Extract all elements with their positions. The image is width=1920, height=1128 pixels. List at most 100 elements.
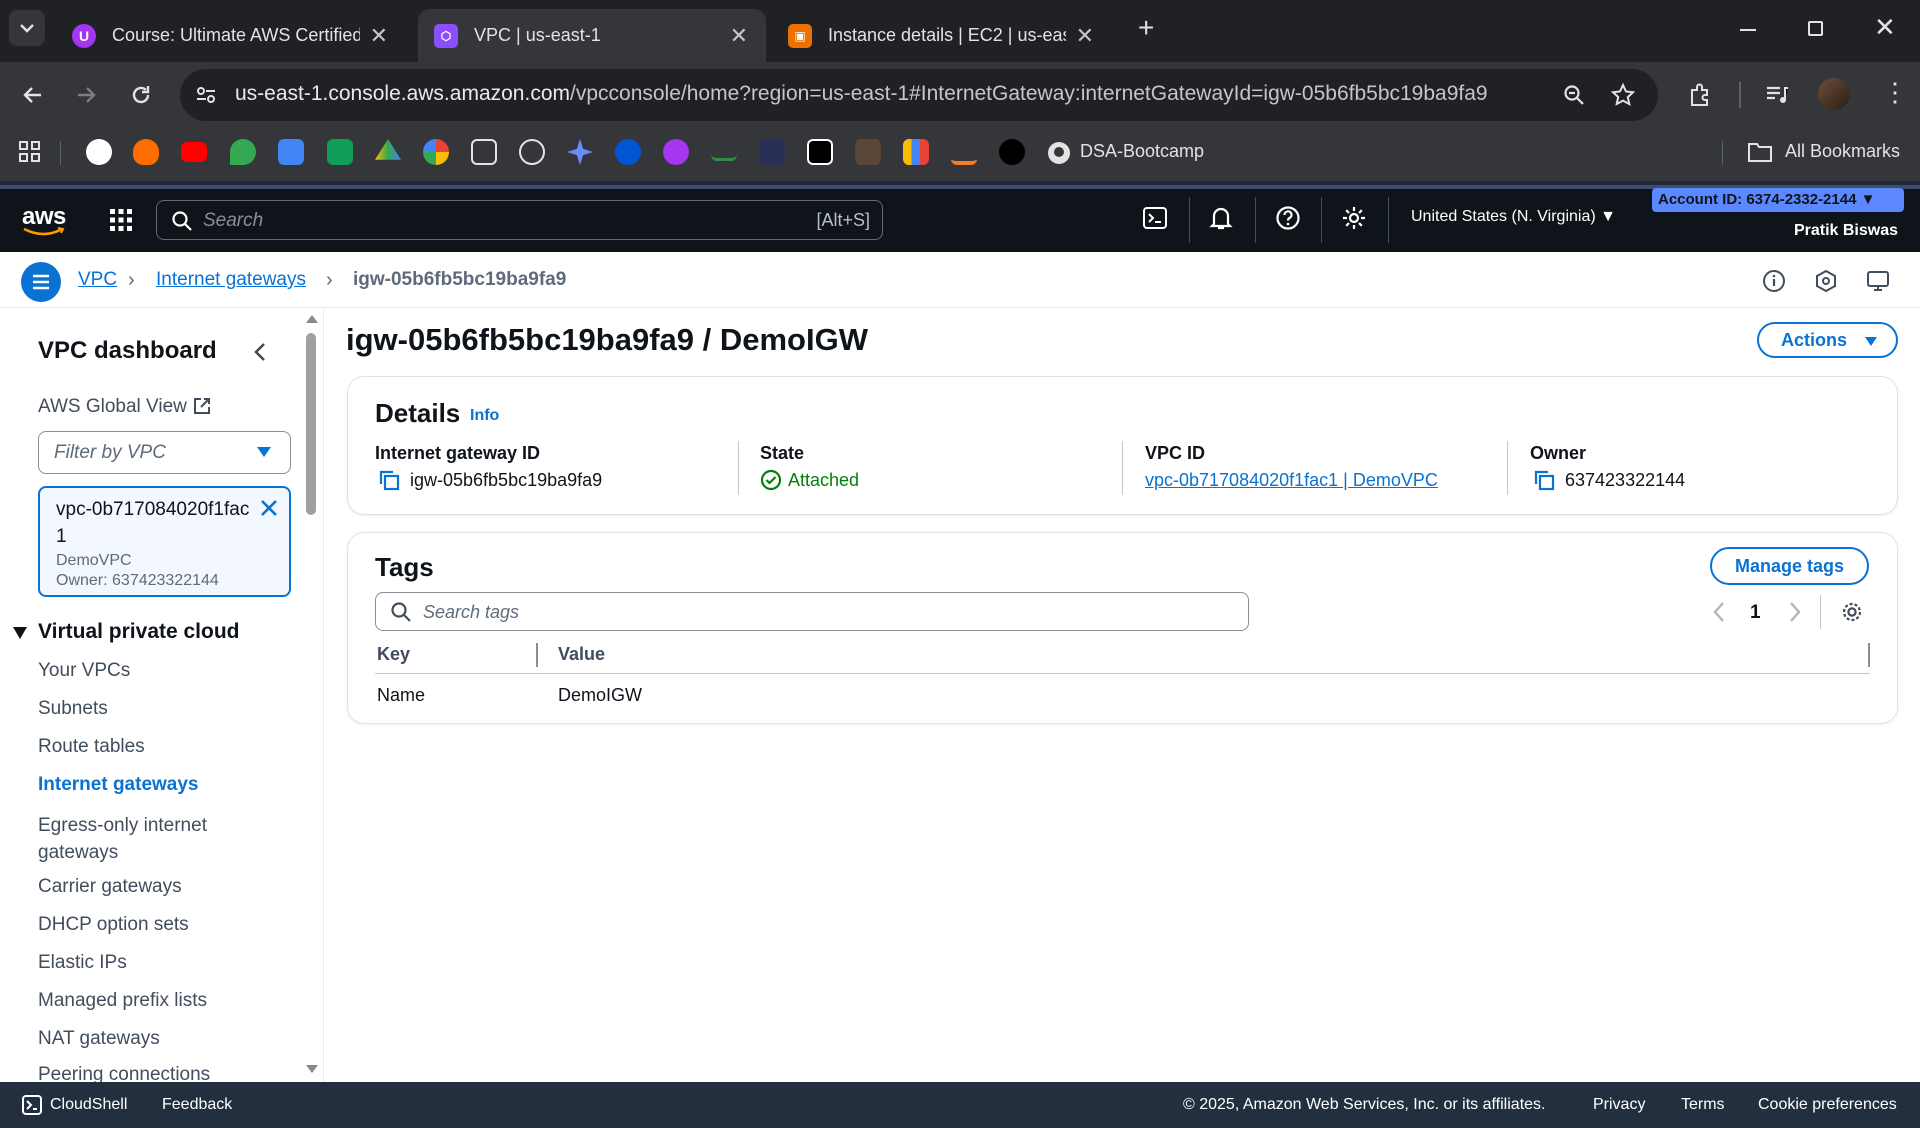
help-icon[interactable] <box>1275 205 1301 231</box>
manage-tags-button[interactable]: Manage tags <box>1710 547 1869 585</box>
bookmark-chatgpt-icon[interactable] <box>519 139 545 165</box>
bookmark-docs-icon[interactable] <box>278 139 304 165</box>
bookmark-gemini-icon[interactable] <box>567 139 593 165</box>
account-id-badge[interactable]: Account ID: 6374-2332-2144 ▼ <box>1652 188 1904 212</box>
bookmark-drive-icon[interactable] <box>375 139 401 160</box>
security-panel-icon[interactable] <box>1814 269 1838 293</box>
bookmark-chart-icon[interactable] <box>903 139 929 165</box>
close-tab-icon[interactable]: ✕ <box>730 24 748 47</box>
breadcrumb-vpc[interactable]: VPC <box>78 269 117 291</box>
bookmark-star-icon[interactable] <box>1610 82 1636 108</box>
sidebar-item-peering-connections[interactable]: Peering connections <box>38 1064 210 1082</box>
tab-udemy-course[interactable]: U Course: Ultimate AWS Certified ✕ <box>56 9 406 62</box>
cloudshell-link[interactable]: CloudShell <box>50 1096 127 1114</box>
sidebar-scroll-thumb[interactable] <box>306 333 316 515</box>
bookmark-coursera-icon[interactable] <box>615 139 641 165</box>
preferences-gear-icon[interactable] <box>1840 600 1864 624</box>
actions-button[interactable]: Actions <box>1757 322 1898 358</box>
sidebar-item-subnets[interactable]: Subnets <box>38 698 108 720</box>
bookmark-codechef-icon[interactable] <box>855 139 881 165</box>
dismiss-icon[interactable] <box>259 498 279 518</box>
sidebar-item-your-vpcs[interactable]: Your VPCs <box>38 660 130 682</box>
bookmark-leetcode-icon[interactable] <box>86 139 112 165</box>
search-tags-input[interactable]: Search tags <box>375 592 1249 631</box>
filter-by-vpc-select[interactable]: Filter by VPC <box>38 431 291 474</box>
sidebar-item-egress-only-internet-gateways[interactable]: Egress-only internet gateways <box>38 812 238 866</box>
monitor-settings-icon[interactable] <box>1866 269 1890 293</box>
bookmark-hackerrank-icon[interactable] <box>807 139 833 165</box>
caret-down-icon[interactable] <box>12 626 28 640</box>
bookmark-fire-icon[interactable] <box>133 139 159 165</box>
privacy-link[interactable]: Privacy <box>1593 1096 1645 1114</box>
sidebar-title[interactable]: VPC dashboard <box>38 337 217 365</box>
media-controls-icon[interactable] <box>1764 82 1790 108</box>
cookie-preferences-link[interactable]: Cookie preferences <box>1758 1096 1897 1114</box>
vpc-id-link[interactable]: vpc-0b717084020f1fac1 | DemoVPC <box>1145 470 1438 491</box>
aws-global-view-link[interactable]: AWS Global View <box>38 396 187 418</box>
column-header-value[interactable]: Value <box>558 644 605 665</box>
collapse-sidebar-icon[interactable] <box>250 340 270 364</box>
close-tab-icon[interactable]: ✕ <box>1076 24 1094 47</box>
restore-icon[interactable] <box>1808 21 1823 36</box>
tab-search-button[interactable] <box>9 10 45 46</box>
bookmark-stackoverflow-icon[interactable] <box>951 139 977 165</box>
bookmark-gfg-icon[interactable] <box>711 147 737 161</box>
sidebar-item-elastic-ips[interactable]: Elastic IPs <box>38 952 127 974</box>
apps-grid-icon[interactable] <box>17 139 43 165</box>
notifications-bell-icon[interactable] <box>1208 205 1234 231</box>
bookmark-dark-icon[interactable] <box>759 139 785 165</box>
section-virtual-private-cloud[interactable]: Virtual private cloud <box>38 620 240 644</box>
profile-avatar[interactable] <box>1818 78 1850 110</box>
region-selector[interactable]: United States (N. Virginia) ▼ <box>1411 208 1616 226</box>
bookmark-youtube-icon[interactable] <box>181 142 207 162</box>
next-page-icon[interactable] <box>1788 601 1802 623</box>
bookmark-maps-icon[interactable] <box>230 139 256 165</box>
all-bookmarks-label[interactable]: All Bookmarks <box>1785 141 1900 162</box>
bookmark-udemy-icon[interactable] <box>663 139 689 165</box>
terms-link[interactable]: Terms <box>1681 1096 1725 1114</box>
column-resizer[interactable] <box>1868 643 1870 667</box>
extensions-icon[interactable] <box>1686 81 1714 109</box>
tab-ec2-instance[interactable]: ▣ Instance details | EC2 | us-east-1 ✕ <box>772 9 1112 62</box>
previous-page-icon[interactable] <box>1712 601 1726 623</box>
forward-icon[interactable] <box>73 82 99 108</box>
copy-icon[interactable] <box>1533 469 1555 491</box>
sidebar-item-route-tables[interactable]: Route tables <box>38 736 145 758</box>
zoom-icon[interactable] <box>1562 83 1586 107</box>
settings-gear-icon[interactable] <box>1341 205 1367 231</box>
bookmark-sheets-icon[interactable] <box>327 139 353 165</box>
side-nav-toggle[interactable] <box>21 262 61 302</box>
column-resizer[interactable] <box>536 643 538 667</box>
cloudshell-icon[interactable] <box>1142 205 1168 231</box>
scroll-down-icon[interactable] <box>305 1064 319 1074</box>
minimize-icon[interactable] <box>1740 29 1756 31</box>
close-tab-icon[interactable]: ✕ <box>370 24 388 47</box>
browser-menu-icon[interactable]: ⋮ <box>1882 78 1908 106</box>
new-tab-icon[interactable]: + <box>1138 12 1154 44</box>
details-info-link[interactable]: Info <box>470 407 499 425</box>
user-name[interactable]: Pratik Biswas <box>1794 222 1898 240</box>
breadcrumb-internet-gateways[interactable]: Internet gateways <box>156 269 306 291</box>
sidebar-item-carrier-gateways[interactable]: Carrier gateways <box>38 876 182 898</box>
bookmark-photos-icon[interactable] <box>423 139 449 165</box>
sidebar-item-managed-prefix-lists[interactable]: Managed prefix lists <box>38 990 207 1012</box>
bookmark-tuf-icon[interactable] <box>999 139 1025 165</box>
bookmark-perplexity-icon[interactable] <box>471 139 497 165</box>
scroll-up-icon[interactable] <box>305 314 319 324</box>
sidebar-item-internet-gateways[interactable]: Internet gateways <box>38 774 199 796</box>
tab-vpc[interactable]: ⬡ VPC | us-east-1 ✕ <box>418 9 766 62</box>
site-info-icon[interactable] <box>194 83 218 107</box>
address-bar[interactable]: us-east-1.console.aws.amazon.com/vpccons… <box>180 69 1658 121</box>
copy-icon[interactable] <box>378 469 400 491</box>
github-icon[interactable] <box>1046 140 1072 166</box>
reload-icon[interactable] <box>128 82 154 108</box>
cloudshell-icon[interactable] <box>22 1095 42 1115</box>
services-grid-icon[interactable] <box>109 208 133 232</box>
back-icon[interactable] <box>20 82 46 108</box>
sidebar-item-nat-gateways[interactable]: NAT gateways <box>38 1028 160 1050</box>
close-window-icon[interactable]: ✕ <box>1874 12 1896 43</box>
info-panel-icon[interactable] <box>1762 269 1786 293</box>
aws-search-input[interactable]: Search [Alt+S] <box>156 200 883 240</box>
column-header-key[interactable]: Key <box>377 644 410 665</box>
sidebar-item-dhcp-option-sets[interactable]: DHCP option sets <box>38 914 189 936</box>
